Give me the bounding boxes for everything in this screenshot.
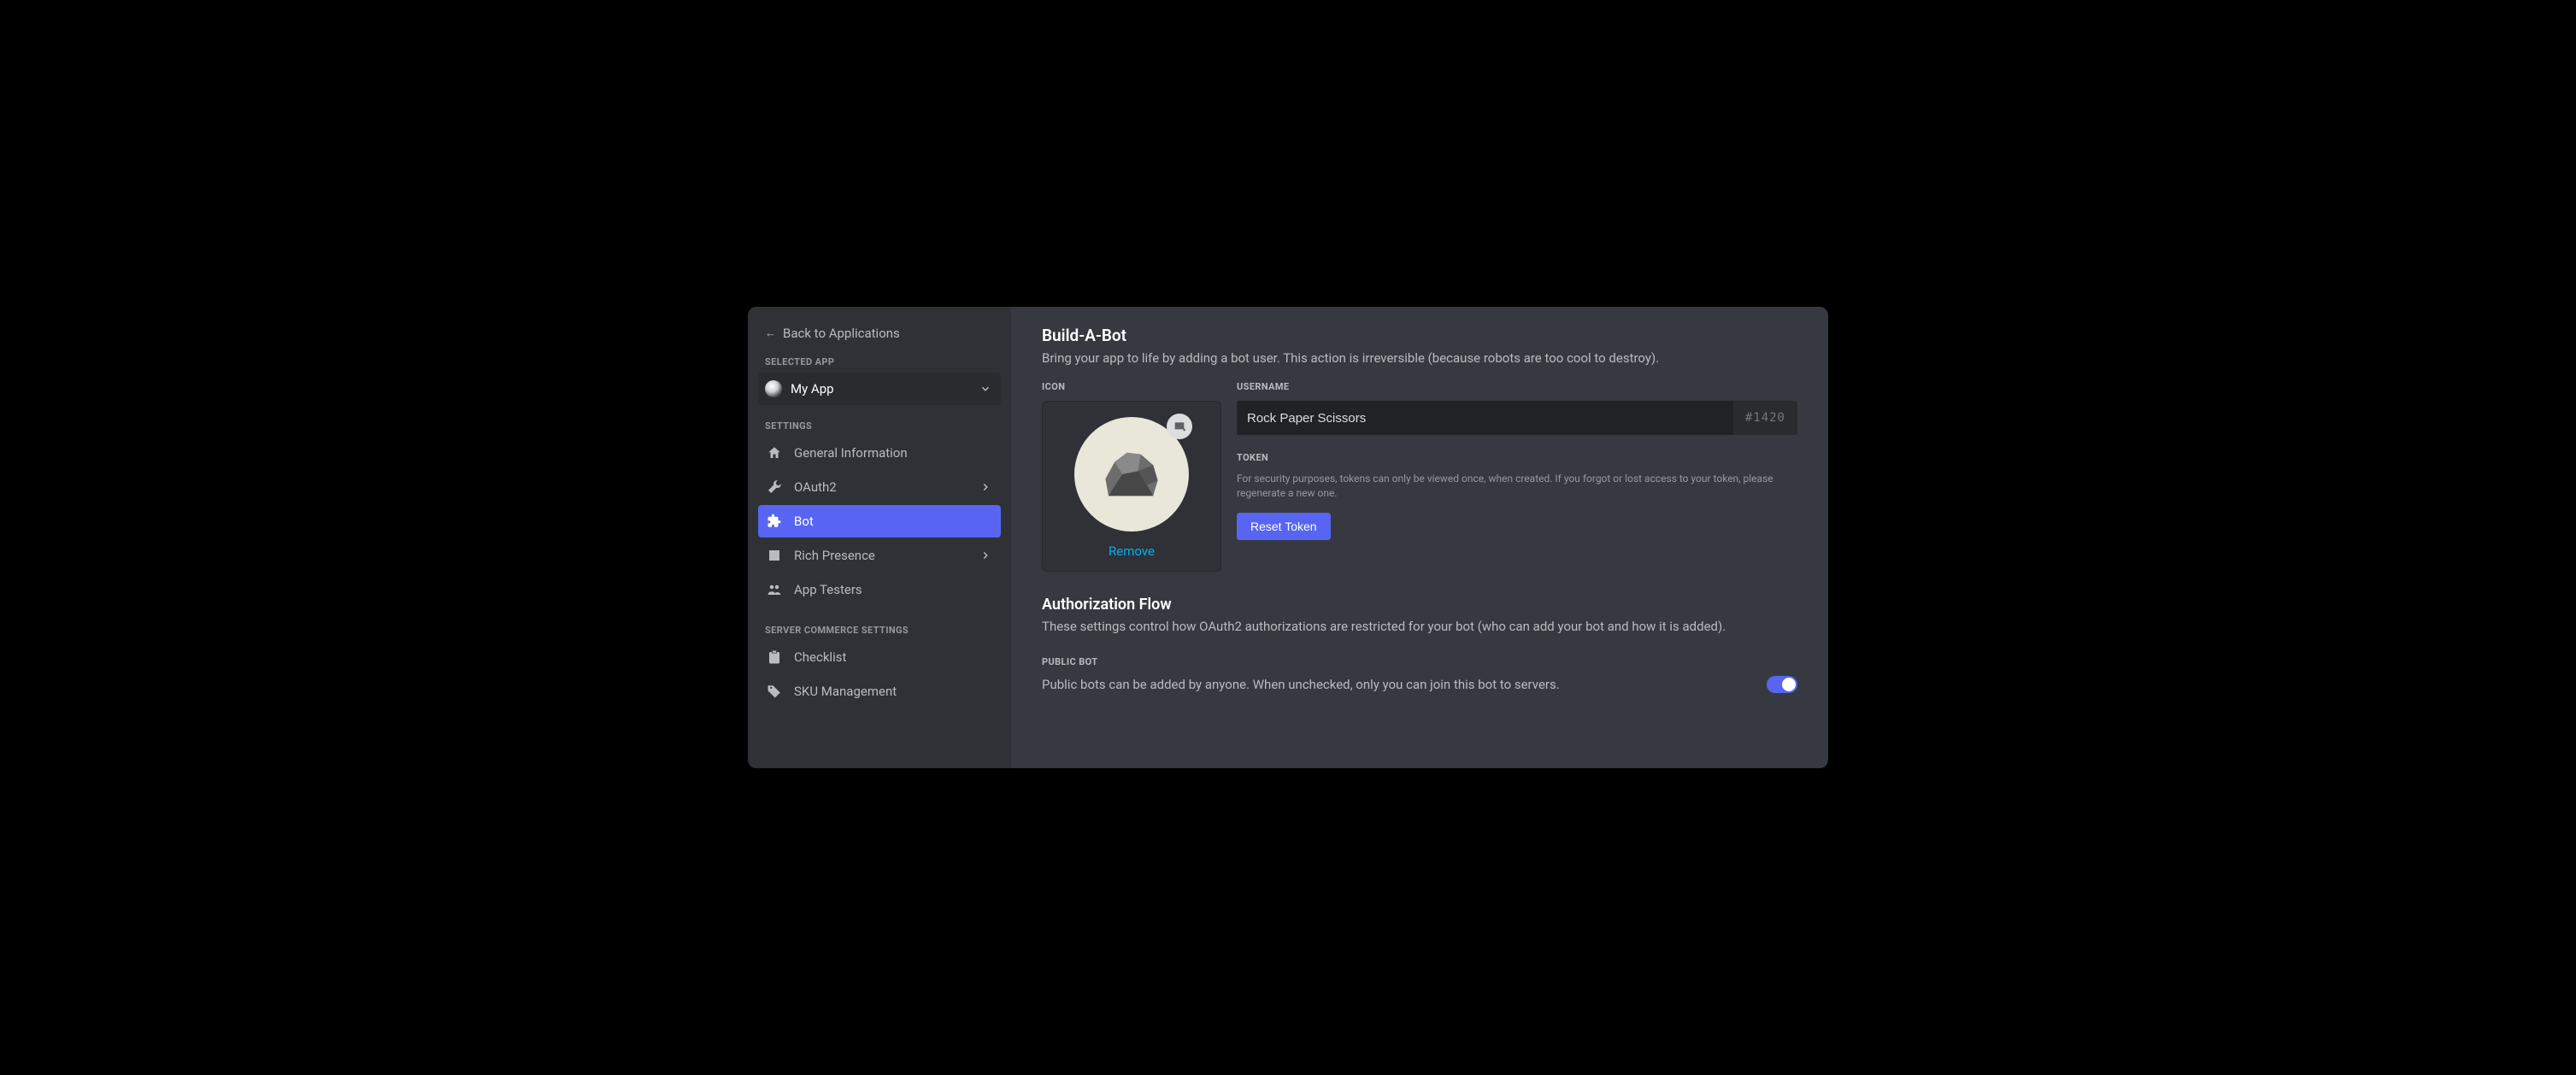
- icon-upload-box[interactable]: Remove: [1042, 401, 1221, 572]
- public-bot-row: Public bots can be added by anyone. When…: [1042, 676, 1797, 693]
- rock-illustration-icon: [1093, 436, 1170, 513]
- icon-label: Icon: [1042, 381, 1221, 392]
- chevron-right-icon: [979, 480, 992, 494]
- sidebar-item-label: Bot: [794, 514, 992, 529]
- sidebar-item-label: Checklist: [794, 649, 992, 665]
- token-label: Token: [1237, 452, 1797, 463]
- sidebar-item-rich-presence[interactable]: Rich Presence: [758, 539, 1001, 572]
- public-bot-label: Public Bot: [1042, 656, 1797, 667]
- back-link-label: Back to Applications: [783, 326, 900, 341]
- chevron-down-icon: [979, 382, 992, 396]
- sidebar-item-label: General Information: [794, 445, 992, 461]
- app-window: ← Back to Applications Selected App My A…: [748, 307, 1828, 768]
- public-bot-block: Public Bot Public bots can be added by a…: [1042, 656, 1797, 693]
- sidebar-item-bot[interactable]: Bot: [758, 505, 1001, 538]
- public-bot-description: Public bots can be added by anyone. When…: [1042, 677, 1750, 692]
- sidebar-item-oauth2[interactable]: OAuth2: [758, 471, 1001, 503]
- username-input[interactable]: [1237, 401, 1733, 435]
- commerce-nav: Checklist SKU Management: [758, 641, 1001, 709]
- reset-token-button[interactable]: Reset Token: [1237, 513, 1331, 540]
- puzzle-icon: [767, 514, 782, 529]
- username-row: #1420: [1237, 401, 1797, 435]
- authorization-flow-subtitle: These settings control how OAuth2 author…: [1042, 619, 1797, 634]
- right-column: Username #1420 Token For security purpos…: [1237, 381, 1797, 572]
- wrench-icon: [767, 479, 782, 495]
- public-bot-toggle[interactable]: [1767, 676, 1797, 693]
- avatar-wrap: [1074, 417, 1189, 532]
- chevron-right-icon: [979, 549, 992, 562]
- toggle-knob: [1782, 678, 1796, 691]
- sidebar-item-checklist[interactable]: Checklist: [758, 641, 1001, 673]
- upload-image-icon[interactable]: [1167, 414, 1192, 439]
- discriminator: #1420: [1733, 401, 1797, 435]
- users-icon: [767, 582, 782, 597]
- sidebar-item-label: SKU Management: [794, 684, 992, 699]
- selected-app-name: My App: [791, 381, 970, 397]
- document-icon: [767, 548, 782, 563]
- settings-header: Settings: [758, 417, 1001, 437]
- bot-config-row: Icon: [1042, 381, 1797, 572]
- sidebar-item-label: OAuth2: [794, 479, 967, 495]
- main-content: Build-A-Bot Bring your app to life by ad…: [1011, 307, 1828, 768]
- sidebar-item-label: App Testers: [794, 582, 992, 597]
- sidebar-item-general-information[interactable]: General Information: [758, 437, 1001, 469]
- arrow-left-icon: ←: [765, 328, 776, 339]
- tags-icon: [767, 684, 782, 699]
- back-to-applications-link[interactable]: ← Back to Applications: [758, 322, 1001, 353]
- sidebar-item-label: Rich Presence: [794, 548, 967, 563]
- authorization-flow-title: Authorization Flow: [1042, 596, 1797, 614]
- home-icon: [767, 445, 782, 461]
- clipboard-icon: [767, 649, 782, 665]
- icon-column: Icon: [1042, 381, 1221, 572]
- page-subtitle: Bring your app to life by adding a bot u…: [1042, 350, 1797, 366]
- sidebar-item-app-testers[interactable]: App Testers: [758, 573, 1001, 606]
- token-section: Token For security purposes, tokens can …: [1237, 452, 1797, 540]
- server-commerce-header: Server Commerce Settings: [758, 621, 1001, 641]
- selected-app-header: Selected App: [758, 353, 1001, 373]
- settings-nav: General Information OAuth2 Bot: [758, 437, 1001, 608]
- app-avatar-icon: [765, 380, 782, 397]
- sidebar-item-sku-management[interactable]: SKU Management: [758, 675, 1001, 708]
- remove-icon-link[interactable]: Remove: [1109, 543, 1155, 559]
- selected-app-dropdown[interactable]: My App: [758, 373, 1001, 405]
- sidebar: ← Back to Applications Selected App My A…: [748, 307, 1011, 768]
- username-label: Username: [1237, 381, 1797, 392]
- token-help-text: For security purposes, tokens can only b…: [1237, 472, 1797, 501]
- page-title: Build-A-Bot: [1042, 326, 1797, 345]
